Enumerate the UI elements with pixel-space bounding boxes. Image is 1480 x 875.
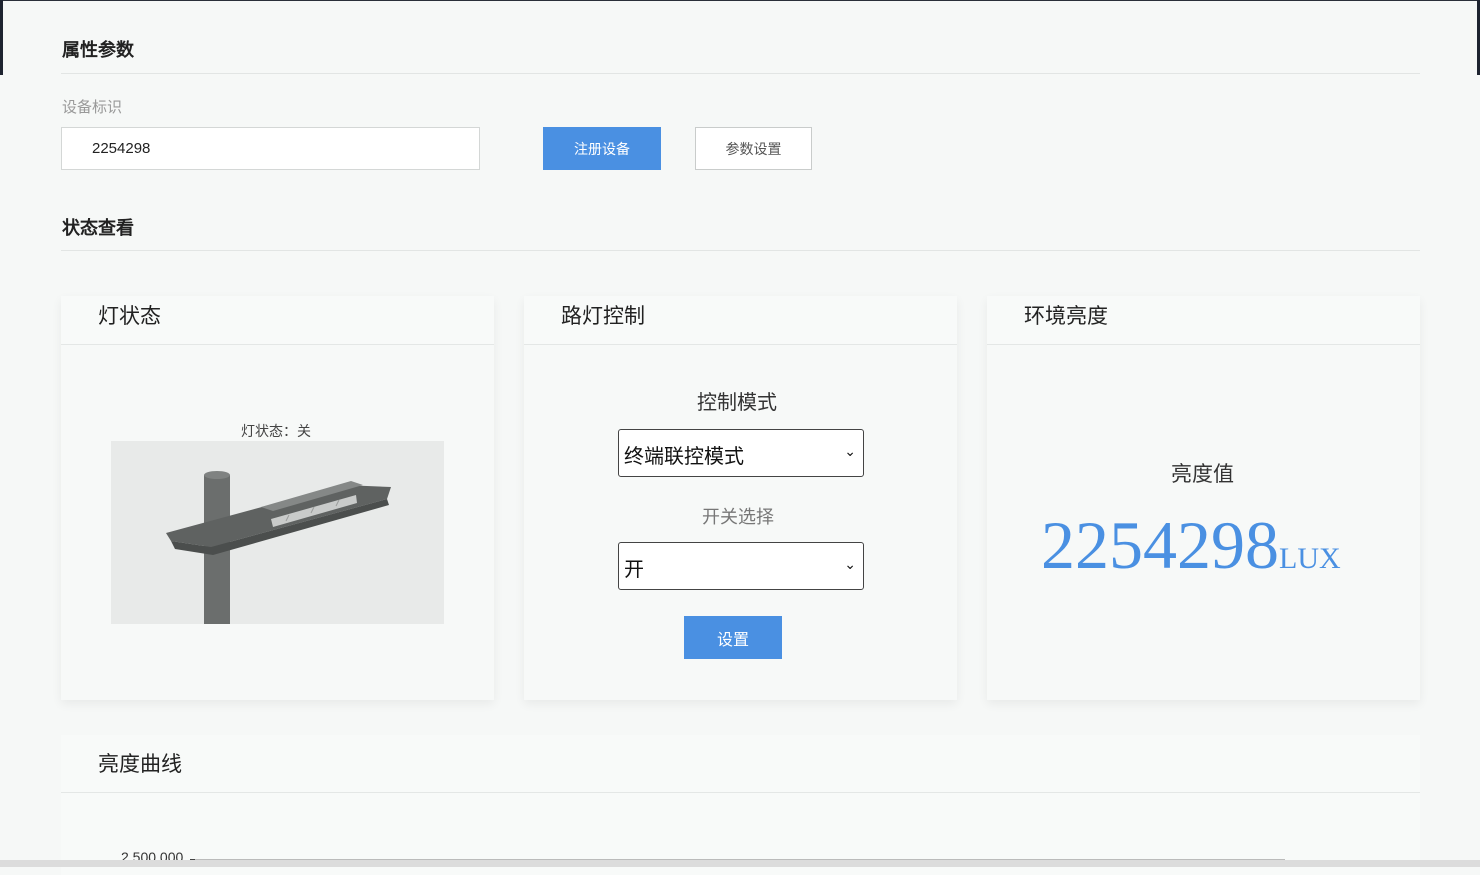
lamp-control-card-title: 路灯控制	[561, 304, 645, 328]
street-lamp-icon	[111, 441, 444, 624]
attributes-divider	[61, 73, 1420, 74]
control-mode-select[interactable]: 终端联控模式 ⌄	[618, 429, 864, 477]
lamp-status-caption: 灯状态：关	[241, 424, 311, 440]
chevron-down-icon: ⌄	[844, 557, 856, 573]
control-mode-label: 控制模式	[697, 390, 777, 414]
status-divider	[61, 250, 1420, 251]
brightness-unit: LUX	[1279, 542, 1341, 575]
horizontal-scrollbar[interactable]	[0, 860, 1480, 867]
street-lamp-image	[111, 441, 444, 624]
attributes-section-title: 属性参数	[62, 40, 134, 61]
switch-selected-value: 开	[624, 557, 644, 581]
ambient-brightness-card-header: 环境亮度	[987, 296, 1420, 345]
chevron-down-icon: ⌄	[844, 444, 856, 460]
status-section-title: 状态查看	[62, 218, 134, 239]
lamp-status-card-title: 灯状态	[98, 304, 161, 328]
control-mode-selected-value: 终端联控模式	[624, 444, 744, 468]
set-control-button[interactable]: 设置	[684, 616, 782, 659]
brightness-curve-header: 亮度曲线	[61, 735, 1420, 793]
lamp-control-card-header: 路灯控制	[524, 296, 957, 345]
parameter-settings-button[interactable]: 参数设置	[695, 127, 812, 170]
switch-select[interactable]: 开 ⌄	[618, 542, 864, 590]
brightness-curve-title: 亮度曲线	[98, 752, 182, 776]
window-left-edge	[0, 0, 3, 75]
brightness-value-display: 2254298LUX	[1041, 505, 1341, 599]
brightness-value-label: 亮度值	[1171, 462, 1234, 486]
window-top-border	[0, 0, 1480, 1]
brightness-value: 2254298	[1041, 507, 1279, 583]
brightness-curve-card: 亮度曲线 2,500,000	[61, 735, 1420, 875]
device-id-label: 设备标识	[62, 98, 123, 116]
ambient-brightness-card-title: 环境亮度	[1024, 304, 1108, 328]
register-device-button[interactable]: 注册设备	[543, 127, 661, 170]
lamp-status-card-header: 灯状态	[61, 296, 494, 345]
device-id-input[interactable]: 2254298	[61, 127, 480, 170]
ambient-brightness-card: 环境亮度	[987, 296, 1420, 700]
switch-select-label: 开关选择	[702, 507, 774, 528]
